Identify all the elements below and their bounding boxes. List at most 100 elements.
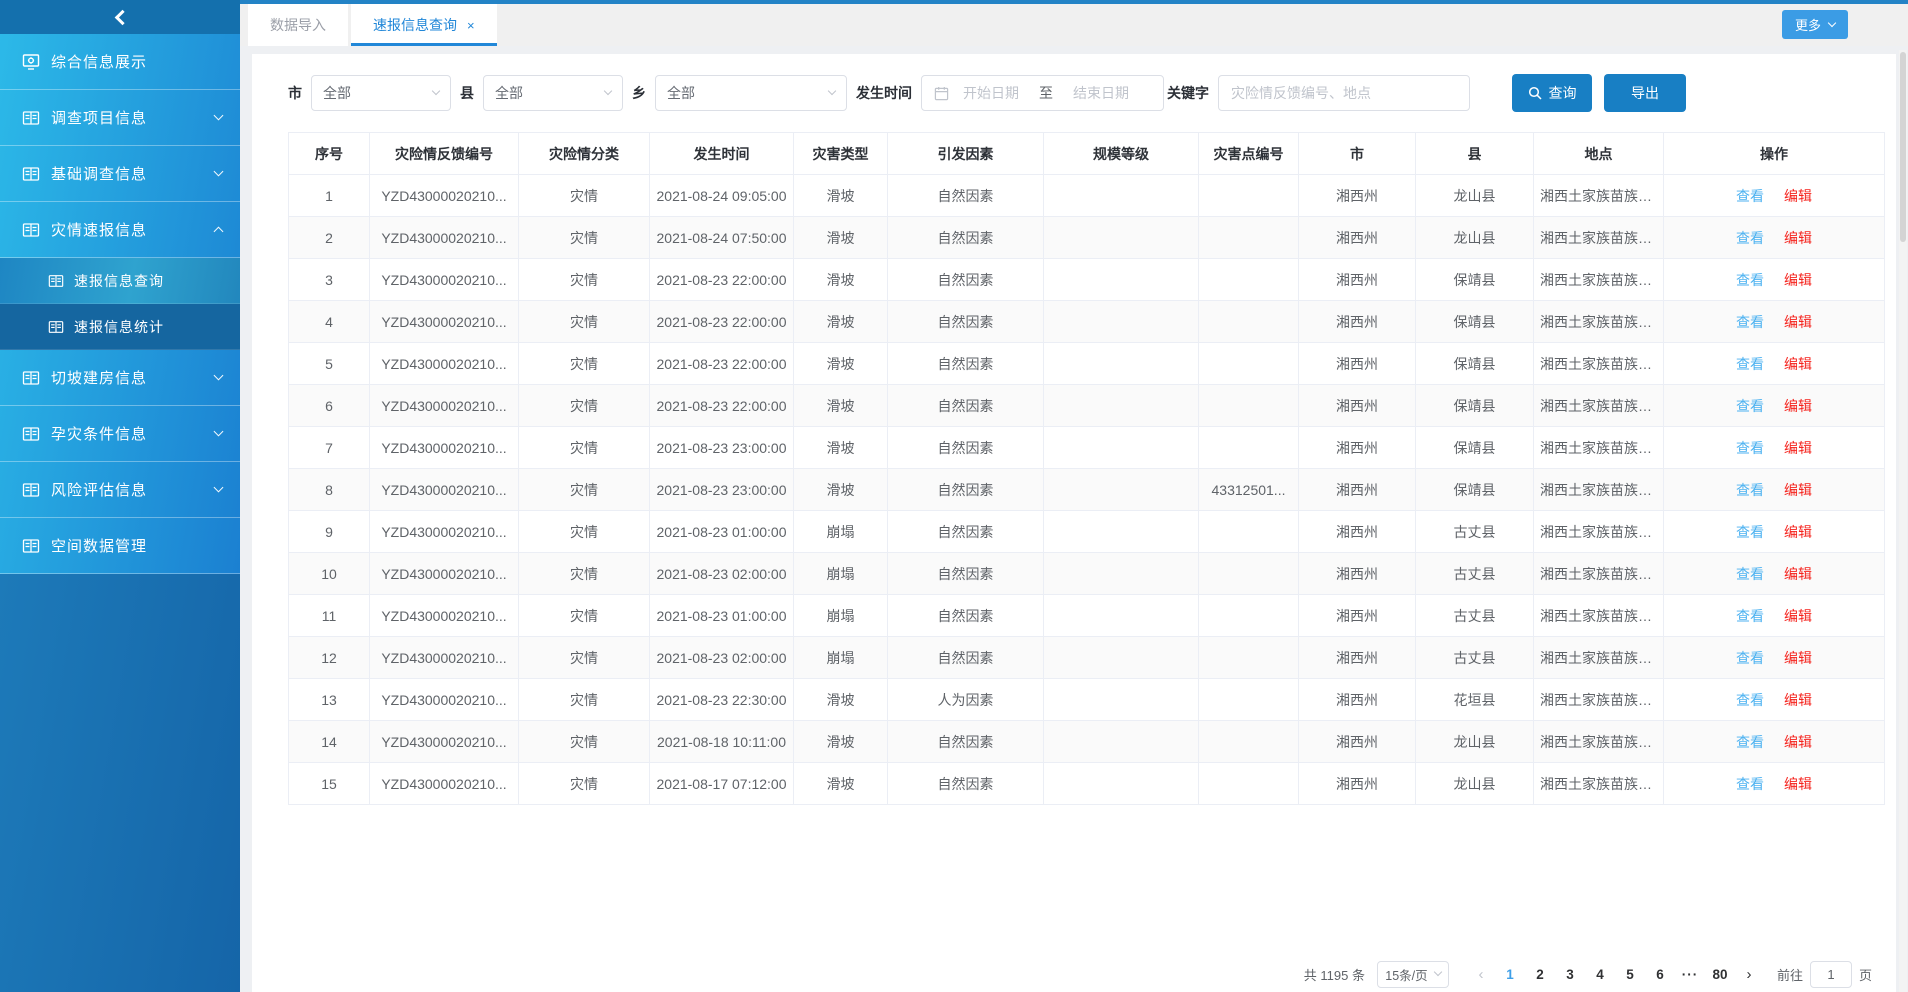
sidebar-collapse-button[interactable] [0, 0, 240, 34]
view-link[interactable]: 查看 [1736, 272, 1764, 288]
cell-scale [1044, 343, 1199, 385]
keyword-input[interactable] [1218, 75, 1470, 111]
sidebar-item-slope-housing[interactable]: 切坡建房信息 [0, 350, 240, 406]
edit-link[interactable]: 编辑 [1784, 566, 1812, 582]
chevron-down-icon [214, 483, 224, 493]
edit-link[interactable]: 编辑 [1784, 650, 1812, 666]
cell-code: YZD43000020210... [370, 469, 519, 511]
edit-link[interactable]: 编辑 [1784, 482, 1812, 498]
table-icon [22, 369, 40, 387]
county-select[interactable]: 全部 [483, 75, 623, 111]
view-link[interactable]: 查看 [1736, 734, 1764, 750]
cell-county: 古丈县 [1416, 553, 1534, 595]
goto-page: 前往 页 [1777, 961, 1872, 988]
sidebar-submenu: 速报信息查询 速报信息统计 [0, 258, 240, 350]
page-size-select[interactable]: 15条/页 [1377, 961, 1449, 988]
cell-seq: 13 [289, 679, 370, 721]
goto-page-input[interactable] [1810, 961, 1852, 988]
table-row: 6YZD43000020210...灾情2021-08-23 22:00:00滑… [289, 385, 1885, 427]
sidebar-item-hazard-conditions[interactable]: 孕灾条件信息 [0, 406, 240, 462]
cell-category: 灾情 [519, 343, 650, 385]
page-number[interactable]: 80 [1705, 967, 1735, 982]
table-icon [22, 537, 40, 555]
cell-type: 滑坡 [794, 469, 888, 511]
tab-bar: 数据导入 速报信息查询 × 更多 [240, 4, 1908, 46]
view-link[interactable]: 查看 [1736, 314, 1764, 330]
export-button[interactable]: 导出 [1604, 74, 1686, 112]
cell-type: 滑坡 [794, 427, 888, 469]
cell-point_code [1199, 637, 1299, 679]
more-pages-icon[interactable]: ··· [1675, 967, 1705, 982]
view-link[interactable]: 查看 [1736, 482, 1764, 498]
view-link[interactable]: 查看 [1736, 608, 1764, 624]
page-number[interactable]: 3 [1555, 967, 1585, 982]
edit-link[interactable]: 编辑 [1784, 314, 1812, 330]
edit-link[interactable]: 编辑 [1784, 692, 1812, 708]
view-link[interactable]: 查看 [1736, 650, 1764, 666]
more-button[interactable]: 更多 [1782, 10, 1848, 39]
page-number[interactable]: 5 [1615, 967, 1645, 982]
cell-county: 花垣县 [1416, 679, 1534, 721]
edit-link[interactable]: 编辑 [1784, 230, 1812, 246]
county-label: 县 [460, 83, 474, 103]
edit-link[interactable]: 编辑 [1784, 440, 1812, 456]
view-link[interactable]: 查看 [1736, 398, 1764, 414]
view-link[interactable]: 查看 [1736, 566, 1764, 582]
vertical-scrollbar[interactable] [1899, 50, 1907, 992]
sidebar-item-risk-assessment[interactable]: 风险评估信息 [0, 462, 240, 518]
page-number[interactable]: 1 [1495, 967, 1525, 982]
cell-scale [1044, 301, 1199, 343]
tab-data-import[interactable]: 数据导入 [248, 4, 348, 46]
view-link[interactable]: 查看 [1736, 188, 1764, 204]
edit-link[interactable]: 编辑 [1784, 188, 1812, 204]
sidebar-item-report-query[interactable]: 速报信息查询 [0, 258, 240, 304]
cell-scale [1044, 637, 1199, 679]
township-select[interactable]: 全部 [655, 75, 847, 111]
cell-category: 灾情 [519, 679, 650, 721]
cell-cause: 自然因素 [888, 595, 1044, 637]
view-link[interactable]: 查看 [1736, 524, 1764, 540]
close-icon[interactable]: × [467, 19, 475, 32]
next-page-button[interactable]: › [1735, 966, 1763, 983]
page-number[interactable]: 4 [1585, 967, 1615, 982]
city-select[interactable]: 全部 [311, 75, 451, 111]
scrollbar-thumb[interactable] [1900, 52, 1906, 242]
sidebar-item-comprehensive-display[interactable]: 综合信息展示 [0, 34, 240, 90]
sidebar-item-report-stats[interactable]: 速报信息统计 [0, 304, 240, 350]
search-button[interactable]: 查询 [1512, 74, 1592, 112]
cell-county: 保靖县 [1416, 343, 1534, 385]
edit-link[interactable]: 编辑 [1784, 356, 1812, 372]
view-link[interactable]: 查看 [1736, 776, 1764, 792]
tab-report-query[interactable]: 速报信息查询 × [351, 4, 497, 46]
sidebar-item-disaster-report[interactable]: 灾情速报信息 [0, 202, 240, 258]
column-header: 操作 [1664, 133, 1885, 175]
table-icon [22, 481, 40, 499]
page-number[interactable]: 2 [1525, 967, 1555, 982]
cell-scale [1044, 679, 1199, 721]
edit-link[interactable]: 编辑 [1784, 398, 1812, 414]
sidebar-item-basic-survey[interactable]: 基础调查信息 [0, 146, 240, 202]
cell-actions: 查看 编辑 [1664, 721, 1885, 763]
cell-category: 灾情 [519, 511, 650, 553]
edit-link[interactable]: 编辑 [1784, 272, 1812, 288]
cell-time: 2021-08-23 22:00:00 [650, 301, 794, 343]
cell-city: 湘西州 [1299, 511, 1416, 553]
cell-location: 湘西土家族苗族自... [1534, 469, 1664, 511]
view-link[interactable]: 查看 [1736, 440, 1764, 456]
cell-code: YZD43000020210... [370, 217, 519, 259]
edit-link[interactable]: 编辑 [1784, 734, 1812, 750]
prev-page-button[interactable]: ‹ [1467, 966, 1495, 983]
sidebar-item-spatial-data[interactable]: 空间数据管理 [0, 518, 240, 574]
column-header: 引发因素 [888, 133, 1044, 175]
page-number[interactable]: 6 [1645, 967, 1675, 982]
view-link[interactable]: 查看 [1736, 356, 1764, 372]
view-link[interactable]: 查看 [1736, 230, 1764, 246]
column-header: 县 [1416, 133, 1534, 175]
date-range-picker[interactable]: 开始日期 至 结束日期 [921, 75, 1164, 111]
cell-seq: 1 [289, 175, 370, 217]
edit-link[interactable]: 编辑 [1784, 776, 1812, 792]
sidebar-item-survey-project[interactable]: 调查项目信息 [0, 90, 240, 146]
view-link[interactable]: 查看 [1736, 692, 1764, 708]
edit-link[interactable]: 编辑 [1784, 608, 1812, 624]
edit-link[interactable]: 编辑 [1784, 524, 1812, 540]
